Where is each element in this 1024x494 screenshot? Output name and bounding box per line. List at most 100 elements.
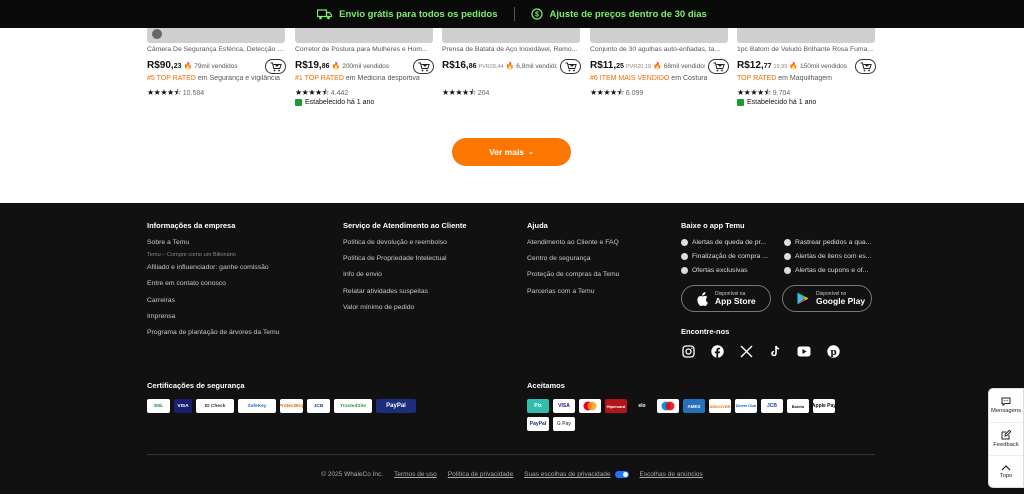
sold-count: 79mil vendidos [194,63,238,70]
feedback-button[interactable]: Feedback [989,422,1023,455]
free-shipping-banner[interactable]: Envio grátis para todos os pedidos [317,9,498,20]
product-title[interactable]: Conjunto de 30 agulhas auto-enfiadas, ta… [590,46,730,53]
ad-choices-link[interactable]: Escolhas de anúncios [640,471,703,478]
press-link[interactable]: Imprensa [147,313,280,320]
price-line: R$90,23 🔥 79mil vendidos [147,60,262,72]
product-price: R$16,86 [442,60,476,71]
safety-center-link[interactable]: Centro de segurança [527,255,619,262]
shipping-info-link[interactable]: Info de envio [343,271,467,278]
established-badge: Estabelecido há 1 ano [737,99,816,106]
about-link[interactable]: Sobre a Temu [147,239,280,246]
partnerships-link[interactable]: Parcerias com a Temu [527,288,619,295]
price-decimals: 86 [321,63,330,70]
product-title[interactable]: 1pc Batom de Veludo Brilhante Rosa Fuma.… [737,46,877,53]
careers-link[interactable]: Carreiras [147,297,280,304]
product-card[interactable]: 1pc Batom de Veludo Brilhante Rosa Fuma.… [737,28,877,118]
product-card[interactable]: Corretor de Postura para Mulheres e Hom.… [295,28,435,118]
rank-badge[interactable]: #5 TOP RATED em Segurança e vigilância [147,75,292,82]
purchase-protection-link[interactable]: Proteção de compras da Temu [527,271,619,278]
price-adjust-text: Ajuste de preços dentro de 30 dias [549,8,707,20]
back-to-top-button[interactable]: Topo [989,455,1023,488]
product-price: R$19,86 [295,60,329,71]
affiliate-link[interactable]: Afiliado e influenciador: ganhe comissão [147,264,280,271]
payment-method-list: Pix VISA Hipercard elo AMEX DISCOVER Din… [527,399,857,431]
hourglass-icon [784,253,791,260]
product-title[interactable]: Prensa de Batata de Aço Inoxidável, Remo… [442,46,582,53]
flame-icon: 🔥 [505,63,515,70]
add-to-cart-button[interactable] [560,59,581,74]
apple-icon [697,291,708,306]
product-title[interactable]: Corretor de Postura para Mulheres e Hom.… [295,46,435,53]
app-feature-label: Finalização de compra ... [692,253,768,260]
sold-count: 200mil vendidos [342,63,390,70]
pinterest-icon[interactable]: p [826,344,840,358]
rank-badge[interactable]: #6 ITEM MAIS VENDIDO em Costura [590,75,735,82]
mastercard-icon [579,399,601,413]
x-twitter-icon[interactable] [739,344,753,358]
tree-planting-link[interactable]: Programa de plantação de árvores da Temu [147,329,280,336]
product-image[interactable] [147,28,285,43]
price-line: R$19,86 🔥 200mil vendidos [295,60,410,72]
price-line: R$12,77 19,99 🔥 150mil vendidos [737,60,852,72]
product-card[interactable]: Conjunto de 30 agulhas auto-enfiadas, ta… [590,28,730,118]
price-decimals: 77 [763,63,772,70]
facebook-icon[interactable] [710,344,724,358]
add-to-cart-button[interactable] [413,59,434,74]
google-play-button[interactable]: Disponível no Google Play [782,285,872,312]
min-order-link[interactable]: Valor mínimo de pedido [343,304,467,311]
privacy-policy-link[interactable]: Política de privacidade [448,471,513,478]
trustedsite-badge: TrustedSite [334,399,372,413]
faq-link[interactable]: Atendimento ao Cliente e FAQ [527,239,619,246]
price-adjust-icon: $ [530,8,543,20]
youtube-icon[interactable] [797,344,811,358]
app-store-button[interactable]: Disponível na App Store [681,285,771,312]
floating-side-menu: Mensagens Feedback Topo [988,388,1024,488]
copyright-text: © 2025 WhaleCo Inc. [321,471,384,478]
instagram-icon[interactable] [681,344,695,358]
return-policy-link[interactable]: Política de devolução e reembolso [343,239,467,246]
see-more-button[interactable]: Ver mais ⌄ [452,138,571,166]
company-info-heading: Informações da empresa [147,221,236,230]
customer-service-column: Serviço de Atendimento ao Cliente Políti… [343,221,467,320]
product-price: R$90,23 [147,60,181,71]
product-grid: Câmera De Segurança Esférica, Detecção D… [147,28,887,118]
add-to-cart-button[interactable] [265,59,286,74]
sold-count: 6,8mil vendidos [516,63,557,70]
messages-label: Mensagens [991,408,1021,414]
price-integer: R$90, [147,60,174,71]
price-integer: R$12, [737,60,764,71]
report-suspicious-link[interactable]: Relatar atividades suspeitas [343,288,467,295]
messages-button[interactable]: Mensagens [989,389,1023,422]
product-card[interactable]: Prensa de Batata de Aço Inoxidável, Remo… [442,28,582,118]
feedback-label: Feedback [993,442,1019,448]
product-image[interactable] [295,28,433,43]
app-feature-item: Alertas de cupons e of... [784,267,884,274]
price-adjust-banner[interactable]: $ Ajuste de preços dentro de 30 dias [530,8,707,20]
app-feature-list: Alertas de queda de pr... Rastrear pedid… [681,239,884,274]
product-image[interactable] [737,28,875,43]
rank-badge[interactable]: TOP RATED em Maquilhagem [737,75,882,82]
established-text: Estabelecido há 1 ano [747,99,817,106]
product-image[interactable] [442,28,580,43]
svg-text:$: $ [535,12,539,19]
sold-count: 150mil vendidos [799,63,847,70]
terms-link[interactable]: Termos de uso [394,471,437,478]
add-to-cart-button[interactable] [855,59,876,74]
chevron-down-icon: ⌄ [528,149,534,156]
rank-badge[interactable]: #1 TOP RATED em Medicina desportiva [295,75,440,82]
rank-highlight: #5 TOP RATED [147,75,196,82]
add-to-cart-button[interactable] [708,59,729,74]
product-title[interactable]: Câmera De Segurança Esférica, Detecção D… [147,46,287,53]
message-icon [1001,397,1011,406]
privacy-choices-link[interactable]: Suas escolhas de privacidade [524,471,629,478]
rank-highlight: #1 TOP RATED [295,75,344,82]
price-line: R$11,25 PVR20,18 🔥 68mil vendidos [590,60,705,72]
contact-link[interactable]: Entre em contato conosco [147,280,280,287]
top-label: Topo [999,473,1013,479]
ip-policy-link[interactable]: Política de Propriedade Intelectual [343,255,467,262]
product-image[interactable] [590,28,728,43]
product-card[interactable]: Câmera De Segurança Esférica, Detecção D… [147,28,287,118]
app-feature-item: Ofertas exclusivas [681,267,784,274]
tiktok-icon[interactable] [768,344,782,358]
rating-count: 204 [477,90,490,97]
